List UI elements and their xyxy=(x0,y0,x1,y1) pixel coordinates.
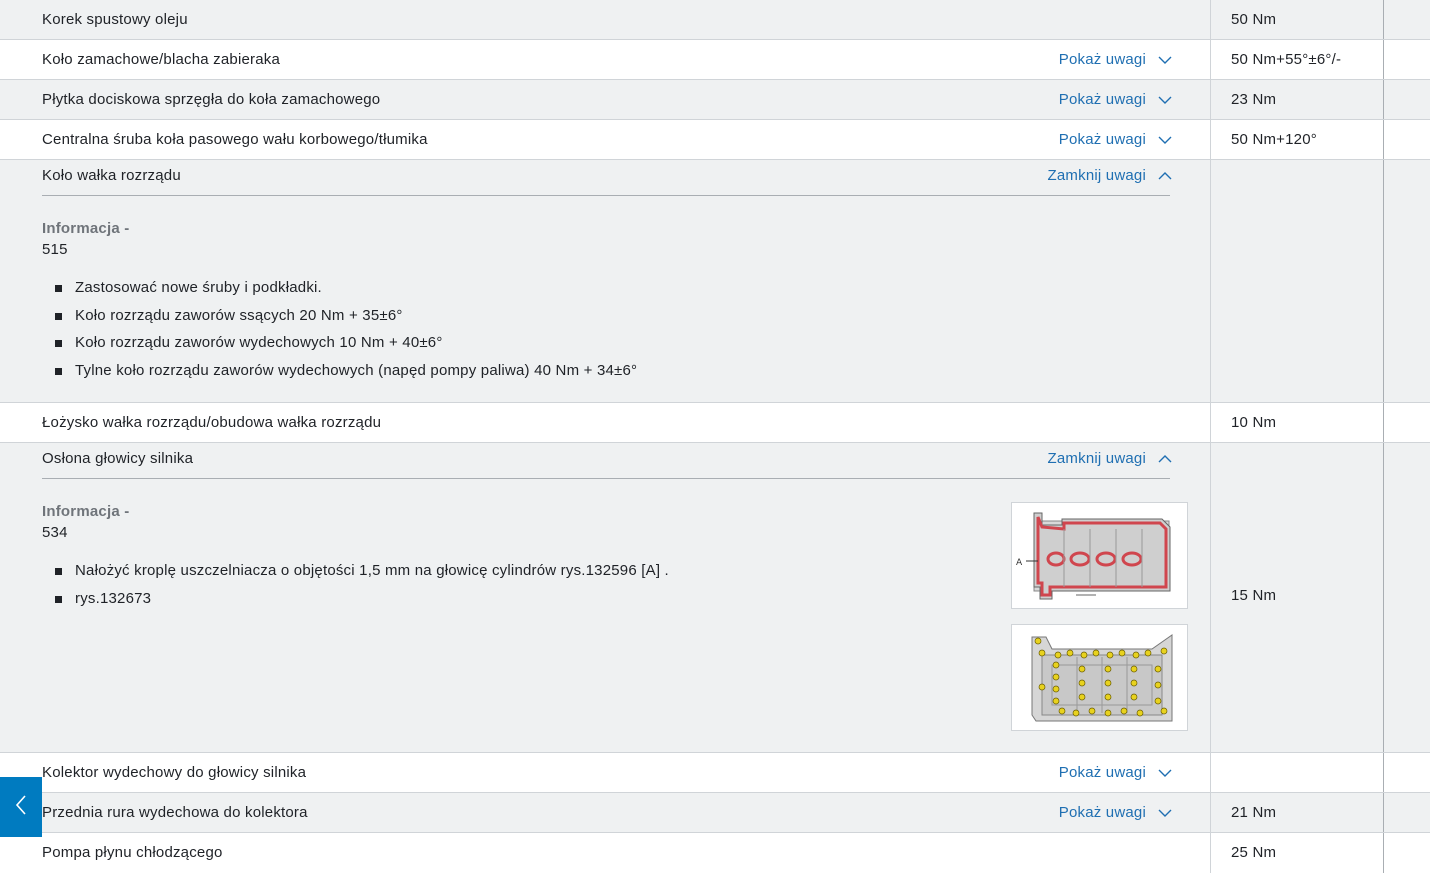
table-row-expanded: Osłona głowicy silnika Zamknij uwagi Inf… xyxy=(0,443,1430,753)
torque-value: 50 Nm xyxy=(1231,11,1277,28)
row-label: Kolektor wydechowy do głowicy silnika xyxy=(42,764,307,781)
notes-list: Zastosować nowe śruby i podkładki. Koło … xyxy=(55,279,637,389)
info-number: 515 xyxy=(42,241,68,258)
info-number: 534 xyxy=(42,524,68,541)
table-row: Płytka dociskowa sprzęgła do koła zamach… xyxy=(0,80,1430,120)
torque-value: 10 Nm xyxy=(1231,414,1277,431)
row-label: Pompa płynu chłodzącego xyxy=(42,844,223,861)
torque-value: 21 Nm xyxy=(1231,804,1277,821)
table-row: Przednia rura wydechowa do kolektora Pok… xyxy=(0,793,1430,833)
close-notes-button[interactable]: Zamknij uwagi xyxy=(1048,450,1172,467)
chevron-up-icon xyxy=(1158,452,1172,466)
chevron-down-icon xyxy=(1158,133,1172,147)
chevron-down-icon xyxy=(1158,53,1172,67)
info-title: Informacja - xyxy=(42,220,130,237)
table-row: Koło zamachowe/blacha zabieraka Pokaż uw… xyxy=(0,40,1430,80)
toggle-label: Pokaż uwagi xyxy=(1058,91,1146,108)
show-notes-button[interactable]: Pokaż uwagi xyxy=(1059,131,1172,148)
torque-value: 25 Nm xyxy=(1231,844,1277,861)
torque-table: Korek spustowy oleju 50 Nm Koło zamachow… xyxy=(0,0,1430,873)
row-label: Przednia rura wydechowa do kolektora xyxy=(42,804,308,821)
list-item: rys.132673 xyxy=(55,590,669,618)
list-item: Koło rozrządu zaworów ssących 20 Nm + 35… xyxy=(55,307,637,335)
list-item: Zastosować nowe śruby i podkładki. xyxy=(55,279,637,307)
notes-list: Nałożyć kroplę uszczelniacza o objętości… xyxy=(55,562,669,617)
row-label: Łożysko wałka rozrządu/obudowa wałka roz… xyxy=(42,414,382,431)
close-notes-button[interactable]: Zamknij uwagi xyxy=(1048,167,1172,184)
chevron-down-icon xyxy=(1158,766,1172,780)
toggle-label: Pokaż uwagi xyxy=(1058,764,1146,781)
chevron-down-icon xyxy=(1158,806,1172,820)
table-row-expanded: Koło wałka rozrządu Zamknij uwagi Inform… xyxy=(0,160,1430,403)
callout-label: A xyxy=(1016,558,1023,568)
show-notes-button[interactable]: Pokaż uwagi xyxy=(1059,51,1172,68)
toggle-label: Pokaż uwagi xyxy=(1058,51,1146,68)
collapse-sidebar-button[interactable] xyxy=(0,777,42,837)
row-label: Korek spustowy oleju xyxy=(42,11,188,28)
row-label: Centralna śruba koła pasowego wału korbo… xyxy=(42,131,428,148)
chevron-left-icon xyxy=(13,793,29,821)
table-row: Korek spustowy oleju 50 Nm xyxy=(0,0,1430,40)
row-label: Koło zamachowe/blacha zabieraka xyxy=(42,51,281,68)
list-item: Nałożyć kroplę uszczelniacza o objętości… xyxy=(55,562,669,590)
toggle-label: Pokaż uwagi xyxy=(1058,804,1146,821)
sealant-diagram-thumbnail[interactable]: A xyxy=(1011,502,1188,609)
table-row: Pompa płynu chłodzącego 25 Nm xyxy=(0,833,1430,873)
toggle-label: Pokaż uwagi xyxy=(1058,131,1146,148)
table-row: Łożysko wałka rozrządu/obudowa wałka roz… xyxy=(0,403,1430,443)
toggle-label: Zamknij uwagi xyxy=(1047,450,1146,467)
divider xyxy=(42,478,1170,479)
table-row: Centralna śruba koła pasowego wału korbo… xyxy=(0,120,1430,160)
torque-value: 15 Nm xyxy=(1231,587,1277,604)
row-label: Koło wałka rozrządu xyxy=(42,167,181,184)
show-notes-button[interactable]: Pokaż uwagi xyxy=(1059,804,1172,821)
divider xyxy=(42,195,1170,196)
torque-value: 23 Nm xyxy=(1231,91,1277,108)
torque-value: 50 Nm+120° xyxy=(1231,131,1317,148)
chevron-up-icon xyxy=(1158,169,1172,183)
show-notes-button[interactable]: Pokaż uwagi xyxy=(1059,91,1172,108)
list-item: Tylne koło rozrządu zaworów wydechowych … xyxy=(55,362,637,390)
chevron-down-icon xyxy=(1158,93,1172,107)
bolt-pattern-thumbnail[interactable] xyxy=(1011,624,1188,731)
torque-value: 50 Nm+55°±6°/- xyxy=(1231,51,1342,68)
info-title: Informacja - xyxy=(42,503,130,520)
row-label: Osłona głowicy silnika xyxy=(42,450,194,467)
toggle-label: Zamknij uwagi xyxy=(1047,167,1146,184)
list-item: Koło rozrządu zaworów wydechowych 10 Nm … xyxy=(55,334,637,362)
show-notes-button[interactable]: Pokaż uwagi xyxy=(1059,764,1172,781)
table-row: Kolektor wydechowy do głowicy silnika Po… xyxy=(0,753,1430,793)
row-label: Płytka dociskowa sprzęgła do koła zamach… xyxy=(42,91,381,108)
